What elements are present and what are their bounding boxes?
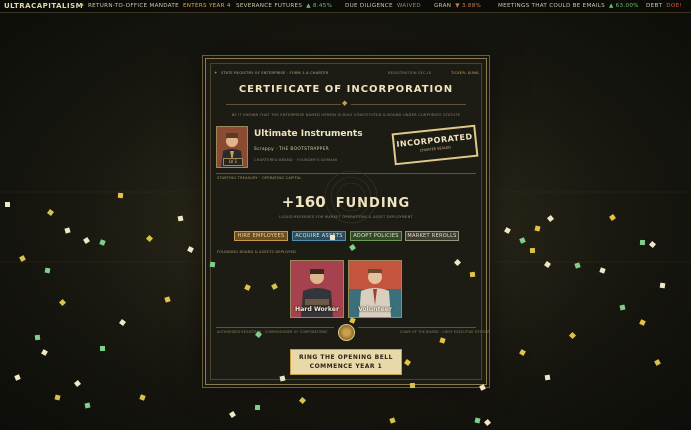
signature-chair: CHAIR OF THE BOARD · CHIEF EXECUTIVE OFF… (400, 330, 490, 334)
hire-employees-button[interactable]: HIRE EMPLOYEES (234, 231, 288, 241)
founder-level-badge: LV 1 (223, 158, 243, 166)
founder-portrait: LV 1 (216, 126, 248, 168)
ticker-item: DEBT DOE! (646, 3, 682, 9)
ticker-separator-icon: ✦ (80, 3, 85, 9)
funding-note: LIQUID RESERVES FOR MARKET OPERATIONS & … (279, 215, 413, 219)
acquire-assets-button[interactable]: ACQUIRE ASSETS (292, 231, 346, 241)
ticker-item: DUE DILIGENCE WAIVED (345, 3, 422, 9)
signature-line (216, 327, 334, 328)
adopt-policies-button[interactable]: ADOPT POLICIES (350, 231, 402, 241)
company-name: Ultimate Instruments (254, 129, 363, 139)
confetti-piece (254, 404, 261, 411)
confetti-piece (209, 261, 216, 268)
confetti-piece (34, 334, 41, 341)
ticker-item: RETURN-TO-OFFICE MANDATE ENTERS YEAR 4 (88, 3, 231, 9)
ticker-item: GRAN ▼ 3.88% (434, 3, 482, 9)
board-card-volunteer[interactable]: Volunteer (348, 260, 402, 318)
confetti-piece (544, 374, 551, 381)
company-subtitle: CHARTERED BRAND · FOUNDER'S DOMAIN (254, 158, 338, 162)
board-label: FOUNDING BOARD & ASSETS DEPLOYED (217, 250, 296, 254)
signature-line (358, 327, 476, 328)
registration-number: REGISTRATION SEC-IX (388, 71, 432, 75)
confetti-piece (177, 215, 184, 222)
board-card-name: Volunteer (357, 306, 393, 313)
treasury-label: STARTING TREASURY · OPERATING CAPITAL (217, 176, 302, 180)
ring-opening-bell-button[interactable]: RING THE OPENING BELL COMMENCE YEAR 1 (290, 349, 402, 375)
incorporation-certificate: ✦ STATE REGISTRY OF ENTERPRISE · FORM 1-… (205, 58, 490, 385)
ticker-item: MEETINGS THAT COULD BE EMAILS ▲ 63.00% (498, 3, 639, 9)
cta-line-1: RING THE OPENING BELL (299, 354, 393, 361)
confetti-piece (469, 271, 476, 278)
confetti-piece (329, 234, 336, 241)
confetti-piece (117, 192, 124, 199)
confetti-piece (659, 282, 666, 289)
board-card-hard-worker[interactable]: Hard Worker (290, 260, 344, 318)
confetti-piece (99, 345, 106, 352)
confetti-piece (5, 202, 10, 207)
gold-seal-icon (338, 324, 355, 341)
board-card-name: Hard Worker (294, 306, 340, 313)
company-tagline: Scrappy · THE BOOTSTRAPPER (254, 147, 330, 152)
app-brand: ULTRACAPITALISM (4, 2, 84, 10)
confetti-piece (44, 267, 51, 274)
seal-star-icon: ✦ (214, 70, 218, 75)
confetti-piece (409, 382, 416, 389)
diamond-ornament-icon: ◆ (342, 99, 348, 107)
confetti-piece (84, 402, 91, 409)
divider (226, 104, 341, 105)
funding-amount: +160 (281, 193, 326, 211)
certificate-title: CERTIFICATE OF INCORPORATION (238, 84, 454, 95)
company-ticker: TICKER: $UNIL (451, 71, 480, 75)
ticker-item: SEVERANCE FUTURES ▲ 8.45% (236, 3, 333, 9)
divider (351, 104, 466, 105)
confetti-piece (639, 239, 646, 246)
signature-registrar: AUTHORIZED REGISTRAR · COMMISSIONER OF C… (217, 330, 328, 334)
registry-header: STATE REGISTRY OF ENTERPRISE · FORM 1-A … (221, 71, 329, 75)
market-rerolls-button[interactable]: MARKET REROLLS (405, 231, 459, 241)
preamble-text: BE IT KNOWN THAT THE ENTERPRISE NAMED HE… (231, 113, 461, 117)
funding-display: +160 FUNDING (206, 192, 486, 211)
confetti-piece (529, 247, 536, 254)
cta-line-2: COMMENCE YEAR 1 (309, 363, 383, 370)
funding-word: FUNDING (335, 196, 411, 211)
